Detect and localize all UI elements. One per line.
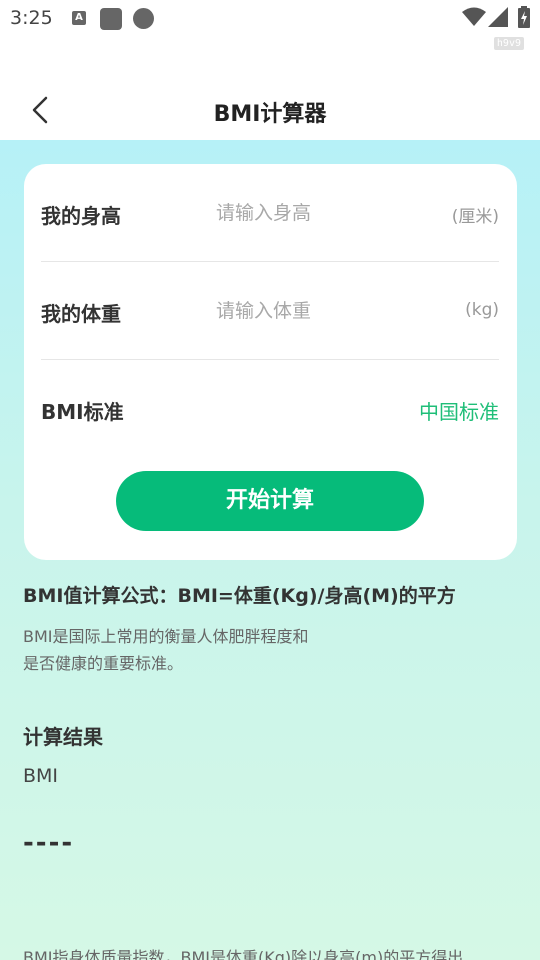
bmi-standard-row[interactable]: BMI标准 中国标准 bbox=[41, 360, 499, 458]
footer-note: BMI指身体质量指数，BMI是体重(Kg)除以身高(m)的平方得出 bbox=[23, 948, 464, 960]
main-content: 我的身高 (厘米) 我的体重 (kg) BMI标准 中国标准 开始计算 BMI值… bbox=[0, 140, 540, 960]
signal-icon bbox=[488, 7, 508, 27]
accessibility-icon: A bbox=[72, 11, 86, 25]
square-icon bbox=[100, 8, 122, 30]
height-row: 我的身高 (厘米) bbox=[41, 164, 499, 262]
bmi-form-card: 我的身高 (厘米) 我的体重 (kg) BMI标准 中国标准 开始计算 bbox=[24, 164, 517, 560]
description-text: BMI是国际上常用的衡量人体肥胖程度和 是否健康的重要标准。 bbox=[23, 623, 363, 677]
description-line: BMI是国际上常用的衡量人体肥胖程度和 bbox=[23, 627, 309, 646]
weight-label: 我的体重 bbox=[41, 302, 121, 326]
bmi-standard-label: BMI标准 bbox=[41, 400, 124, 424]
wifi-icon bbox=[462, 7, 486, 26]
start-calculate-button[interactable]: 开始计算 bbox=[116, 471, 424, 531]
status-time: 3:25 bbox=[10, 7, 53, 29]
formula-text: BMI值计算公式：BMI=体重(Kg)/身高(M)的平方 bbox=[23, 585, 456, 607]
debug-badge: h9v9 bbox=[493, 37, 524, 50]
weight-row: 我的体重 (kg) bbox=[41, 262, 499, 360]
battery-icon bbox=[518, 6, 530, 28]
result-value: ---- bbox=[23, 828, 75, 858]
result-label: BMI bbox=[23, 765, 59, 787]
weight-input[interactable] bbox=[216, 292, 436, 330]
result-title: 计算结果 bbox=[23, 725, 103, 749]
description-line: 是否健康的重要标准。 bbox=[23, 654, 184, 673]
status-bar: 3:25 A h9v9 bbox=[0, 0, 540, 50]
height-input[interactable] bbox=[216, 194, 436, 232]
circle-icon bbox=[133, 8, 154, 29]
height-unit: (厘米) bbox=[451, 207, 499, 227]
page-title: BMI计算器 bbox=[213, 102, 327, 127]
nav-bar: BMI计算器 bbox=[0, 80, 540, 140]
bmi-standard-selector[interactable]: 中国标准 bbox=[419, 396, 499, 425]
weight-unit: (kg) bbox=[465, 300, 499, 320]
height-label: 我的身高 bbox=[41, 204, 121, 228]
